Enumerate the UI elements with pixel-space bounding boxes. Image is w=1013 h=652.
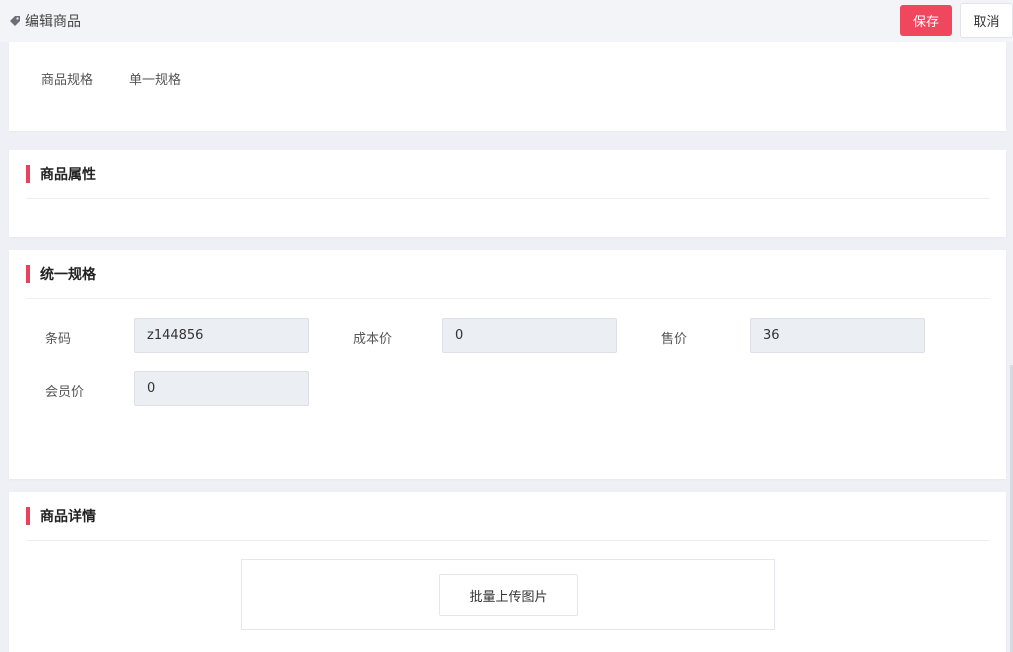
page-title-text: 编辑商品 — [25, 14, 81, 30]
attributes-card: 商品属性 — [9, 150, 1006, 237]
page-title: 编辑商品 — [8, 11, 81, 31]
divider — [26, 540, 990, 541]
sale-price-label: 售价 — [661, 332, 688, 347]
detail-card: 商品详情 批量上传图片 — [9, 492, 1006, 652]
section-title: 商品详情 — [40, 509, 96, 525]
spec-label: 商品规格 — [41, 73, 94, 88]
top-bar: 编辑商品 保存 取消 — [0, 0, 1013, 42]
section-header: 商品详情 — [26, 506, 96, 526]
section-header: 统一规格 — [26, 264, 96, 284]
section-header: 商品属性 — [26, 164, 96, 184]
cost-price-label: 成本价 — [353, 332, 393, 347]
barcode-label: 条码 — [45, 332, 72, 347]
section-title: 统一规格 — [40, 267, 96, 283]
tag-icon — [10, 16, 20, 26]
upload-area: 批量上传图片 — [241, 559, 775, 630]
spec-value: 单一规格 — [129, 73, 182, 88]
cost-price-input[interactable] — [442, 318, 617, 353]
member-price-label: 会员价 — [45, 385, 85, 400]
batch-upload-button[interactable]: 批量上传图片 — [439, 574, 578, 616]
cancel-button[interactable]: 取消 — [960, 3, 1013, 38]
spec-card: 商品规格 单一规格 — [9, 42, 1006, 131]
barcode-input[interactable] — [134, 318, 309, 353]
section-title: 商品属性 — [40, 167, 96, 183]
accent-bar — [26, 507, 30, 525]
accent-bar — [26, 165, 30, 183]
save-button[interactable]: 保存 — [900, 5, 952, 36]
member-price-input[interactable] — [134, 371, 309, 406]
unified-spec-card: 统一规格 条码 成本价 售价 会员价 — [9, 250, 1006, 479]
divider — [26, 198, 990, 199]
divider — [26, 298, 990, 299]
sale-price-input[interactable] — [750, 318, 925, 353]
accent-bar — [26, 265, 30, 283]
